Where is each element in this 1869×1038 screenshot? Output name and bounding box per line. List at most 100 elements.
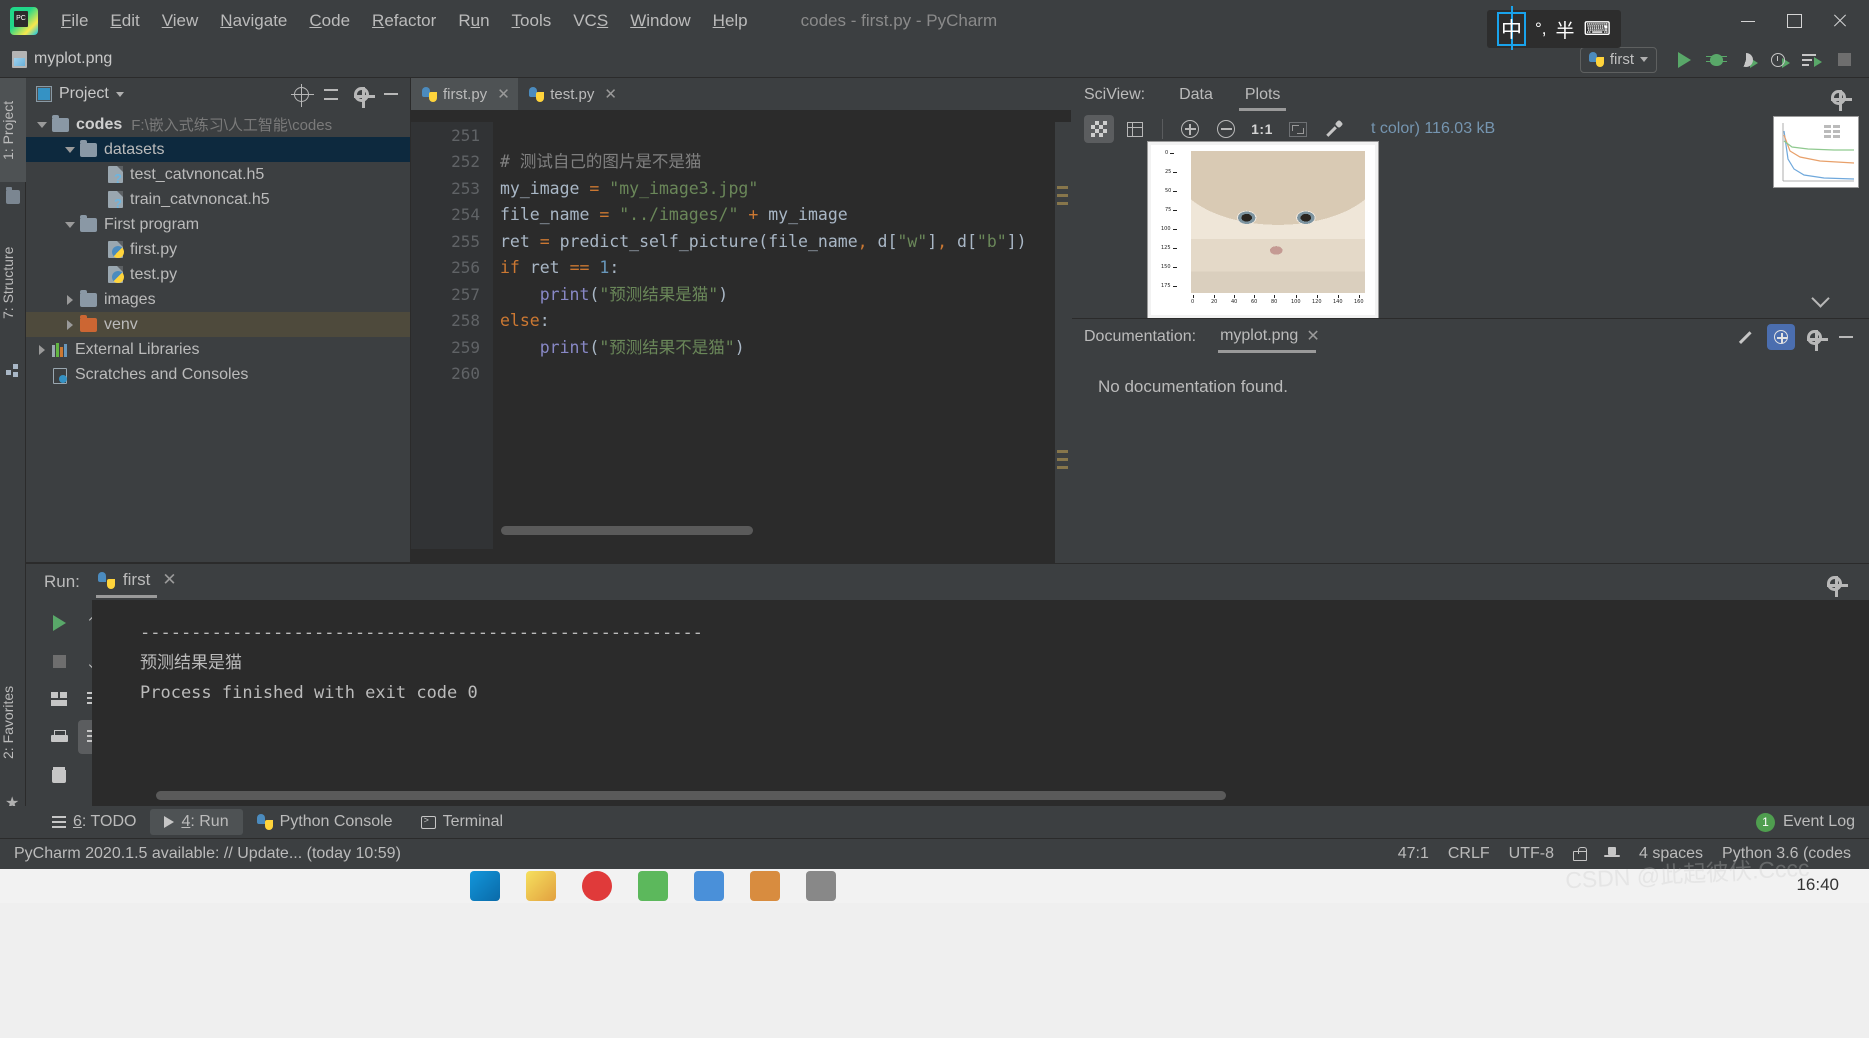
chevron-closed-icon[interactable] xyxy=(34,342,50,358)
tree-item-first-program[interactable]: First program xyxy=(26,212,410,237)
minimize-button[interactable] xyxy=(1725,0,1771,41)
run-configuration-selector[interactable]: first xyxy=(1579,46,1657,73)
menu-refactor[interactable]: Refactor xyxy=(361,9,447,33)
console-horizontal-scrollbar[interactable] xyxy=(156,791,1226,800)
editor-horizontal-scrollbar[interactable] xyxy=(501,526,753,535)
tree-item-scratches-and-consoles[interactable]: Scratches and Consoles xyxy=(26,362,410,387)
run-button[interactable] xyxy=(1669,45,1699,75)
zoom-in-button[interactable] xyxy=(1175,115,1205,143)
taskbar-app-7[interactable] xyxy=(806,871,836,901)
zoom-out-button[interactable] xyxy=(1211,115,1241,143)
maximize-button[interactable] xyxy=(1771,0,1817,41)
select-opened-file-button[interactable] xyxy=(288,81,314,107)
code-line[interactable]: if ret == 1: xyxy=(500,255,1071,282)
tree-item-train-catvnoncat-h5[interactable]: train_catvnoncat.h5 xyxy=(26,187,410,212)
tree-item-codes[interactable]: codes F:\嵌入式练习\人工智能\codes xyxy=(26,112,410,137)
code-line[interactable] xyxy=(500,361,1071,388)
editor-tab-first-py[interactable]: first.py ✕ xyxy=(411,78,519,110)
taskbar-app-2[interactable] xyxy=(526,871,556,901)
line-separator[interactable]: CRLF xyxy=(1448,845,1490,863)
tree-item-datasets[interactable]: datasets xyxy=(26,137,410,162)
edit-source-button[interactable] xyxy=(1735,324,1761,350)
caret-position[interactable]: 47:1 xyxy=(1398,845,1429,863)
coverage-button[interactable] xyxy=(1733,45,1763,75)
taskbar-app-6[interactable] xyxy=(750,871,780,901)
taskbar-app-3[interactable] xyxy=(582,871,612,901)
project-tree[interactable]: codes F:\嵌入式练习\人工智能\codes datasets test_cat… xyxy=(26,110,410,387)
hide-project-button[interactable] xyxy=(378,81,404,107)
run-console-output[interactable]: ----------------------------------------… xyxy=(92,600,1869,806)
tab-run-first[interactable]: first ✕ xyxy=(95,566,179,598)
code-view[interactable]: 250251252253254255256257258259260 paint_… xyxy=(411,110,1071,563)
ime-width-icon[interactable]: 半 xyxy=(1556,16,1575,43)
sidebar-item-favorites[interactable]: 2: Favorites xyxy=(0,658,26,786)
event-log-button[interactable]: 1 Event Log xyxy=(1755,806,1855,838)
run-settings-button[interactable] xyxy=(1821,570,1848,597)
menu-navigate[interactable]: Navigate xyxy=(209,9,298,33)
chevron-open-icon[interactable] xyxy=(34,117,50,133)
collapse-all-button[interactable] xyxy=(318,81,344,107)
tree-item-images[interactable]: images xyxy=(26,287,410,312)
taskbar-app-1[interactable] xyxy=(470,871,500,901)
tab-data[interactable]: Data xyxy=(1163,82,1229,108)
clear-all-button[interactable] xyxy=(42,758,76,792)
code-line[interactable]: my_image = "my_image3.jpg" xyxy=(500,176,1071,203)
taskbar-app-5[interactable] xyxy=(694,871,724,901)
plot-thumbnail-card[interactable]: 0 25 50 75 100 125 150 175 0 20 40 60 80… xyxy=(1148,142,1378,318)
tree-item-test-py[interactable]: test.py xyxy=(26,262,410,287)
menu-vcs[interactable]: VCS xyxy=(562,9,619,33)
close-icon[interactable]: ✕ xyxy=(497,85,510,103)
structure-icon[interactable] xyxy=(6,364,20,378)
file-encoding[interactable]: UTF-8 xyxy=(1509,845,1554,863)
editor-marker-strip[interactable] xyxy=(1055,110,1071,563)
code-line[interactable] xyxy=(500,123,1071,150)
pin-documentation-button[interactable] xyxy=(1767,324,1795,350)
stop-process-button[interactable] xyxy=(42,644,76,678)
menu-view[interactable]: View xyxy=(151,9,210,33)
close-icon[interactable]: ✕ xyxy=(1306,326,1319,346)
ime-keyboard-icon[interactable]: ⌨ xyxy=(1584,18,1611,41)
code-line[interactable]: print("预测结果是猫") xyxy=(500,282,1071,309)
close-button[interactable] xyxy=(1817,0,1863,41)
run-with-options-button[interactable] xyxy=(1797,45,1827,75)
fit-to-window-button[interactable] xyxy=(1283,115,1313,143)
menu-tools[interactable]: Tools xyxy=(501,9,563,33)
actual-size-button[interactable]: 1:1 xyxy=(1247,115,1277,143)
project-folder-icon[interactable] xyxy=(6,187,20,204)
tree-item-test-catvnoncat-h5[interactable]: test_catvnoncat.h5 xyxy=(26,162,410,187)
ime-punctuation-icon[interactable]: °, xyxy=(1535,19,1547,39)
stop-button[interactable] xyxy=(1829,45,1859,75)
plot-thumbnail-list[interactable] xyxy=(1773,116,1859,188)
lock-icon[interactable] xyxy=(1572,847,1587,861)
menu-window[interactable]: Window xyxy=(619,9,701,33)
code-line[interactable]: ret = predict_self_picture(file_name, d[… xyxy=(500,229,1071,256)
chevron-open-icon[interactable] xyxy=(62,142,78,158)
close-icon[interactable]: ✕ xyxy=(604,85,617,103)
tab-run[interactable]: 4: Run xyxy=(150,809,243,835)
menu-file[interactable]: File xyxy=(50,9,99,33)
tab-todo[interactable]: 6: TODO xyxy=(38,809,150,835)
tree-item-first-py[interactable]: first.py xyxy=(26,237,410,262)
code-line[interactable]: # 测试自己的图片是不是猫 xyxy=(500,149,1071,176)
transparency-toggle-button[interactable] xyxy=(1084,115,1114,143)
chevron-closed-icon[interactable] xyxy=(62,292,78,308)
taskbar-app-4[interactable] xyxy=(638,871,668,901)
chevron-open-icon[interactable] xyxy=(62,217,78,233)
code-line[interactable]: print("预测结果不是猫") xyxy=(500,335,1071,362)
taskbar-clock[interactable]: 16:40 xyxy=(1796,875,1839,895)
tab-terminal[interactable]: Terminal xyxy=(407,809,517,835)
debug-button[interactable] xyxy=(1701,45,1731,75)
sidebar-item-structure[interactable]: 7: Structure xyxy=(0,223,26,343)
grid-toggle-button[interactable] xyxy=(1120,115,1150,143)
ime-indicator[interactable]: 中 °, 半 ⌨ xyxy=(1487,6,1621,50)
collapse-plots-button[interactable] xyxy=(1811,286,1831,306)
code-text[interactable]: paint_learning_rates_costs()# 测试自己的图片是不是… xyxy=(493,110,1071,549)
menu-edit[interactable]: Edit xyxy=(99,9,150,33)
breadcrumb[interactable]: myplot.png xyxy=(12,50,112,68)
hector-icon[interactable] xyxy=(1603,846,1620,862)
sidebar-item-project[interactable]: 1: Project xyxy=(0,78,26,182)
documentation-settings-button[interactable] xyxy=(1801,324,1828,351)
hide-documentation-button[interactable] xyxy=(1833,324,1859,350)
tree-item-external-libraries[interactable]: External Libraries xyxy=(26,337,410,362)
tab-python-console[interactable]: Python Console xyxy=(243,809,407,835)
